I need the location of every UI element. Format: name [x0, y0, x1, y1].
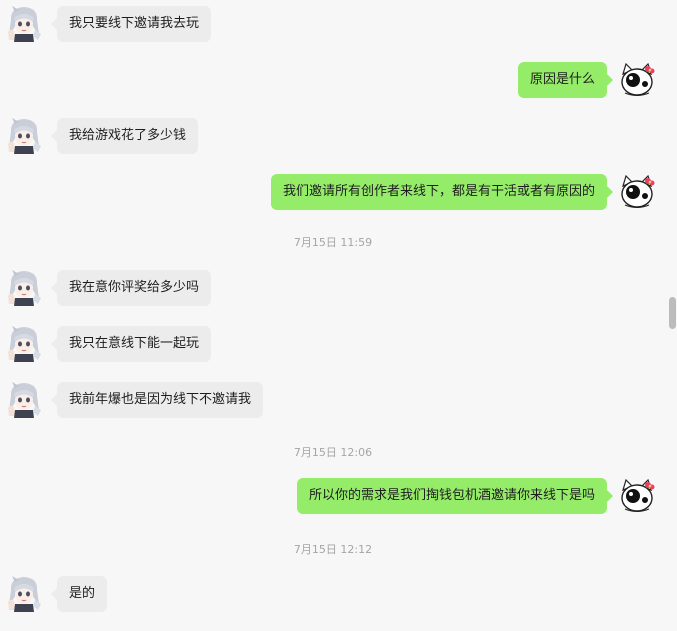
message-row: 所以你的需求是我们掏钱包机酒邀请你来线下是吗 — [0, 476, 677, 516]
message-row: 原因是什么 — [0, 60, 677, 100]
message-bubble[interactable]: 所以你的需求是我们掏钱包机酒邀请你来线下是吗 — [296, 478, 614, 514]
timestamp: 7月15日 12:06 — [293, 446, 373, 459]
anime-girl-avatar-icon[interactable] — [5, 116, 43, 154]
message-bubble[interactable]: 我们邀请所有创作者来线下，都是有干活或者有原因的 — [270, 174, 614, 210]
message-row: 我前年爆也是因为线下不邀请我 — [0, 380, 677, 420]
message-row: 是的 — [0, 574, 677, 614]
message-row: 我给游戏花了多少钱 — [0, 116, 677, 156]
timestamp: 7月15日 12:12 — [293, 543, 373, 556]
anime-girl-avatar-icon[interactable] — [5, 4, 43, 42]
message-bubble[interactable]: 我只在意线下能一起玩 — [50, 326, 212, 362]
message-row: 我只在意线下能一起玩 — [0, 324, 677, 364]
message-bubble[interactable]: 我在意你评奖给多少吗 — [50, 270, 212, 306]
anime-girl-avatar-icon[interactable] — [5, 268, 43, 306]
message-row: 我在意你评奖给多少吗 — [0, 268, 677, 308]
message-row: 我们邀请所有创作者来线下，都是有干活或者有原因的 — [0, 172, 677, 212]
message-bubble[interactable]: 我前年爆也是因为线下不邀请我 — [50, 382, 264, 418]
message-bubble[interactable]: 我只要线下邀请我去玩 — [50, 6, 212, 42]
scrollbar-thumb[interactable] — [669, 297, 676, 329]
anime-girl-avatar-icon[interactable] — [5, 380, 43, 418]
white-cat-avatar-icon[interactable] — [617, 476, 657, 516]
anime-girl-avatar-icon[interactable] — [5, 574, 43, 612]
chat-window: 我只要线下邀请我去玩 原因是什么 我给游戏花了多少钱 我们邀请所有创作者来线下，… — [0, 0, 677, 631]
message-bubble[interactable]: 是的 — [50, 576, 108, 612]
message-row: 我只要线下邀请我去玩 — [0, 4, 677, 44]
anime-girl-avatar-icon[interactable] — [5, 324, 43, 362]
white-cat-avatar-icon[interactable] — [617, 172, 657, 212]
message-bubble[interactable]: 原因是什么 — [517, 62, 614, 98]
white-cat-avatar-icon[interactable] — [617, 60, 657, 100]
message-bubble[interactable]: 我给游戏花了多少钱 — [50, 118, 199, 154]
timestamp: 7月15日 11:59 — [293, 236, 373, 249]
